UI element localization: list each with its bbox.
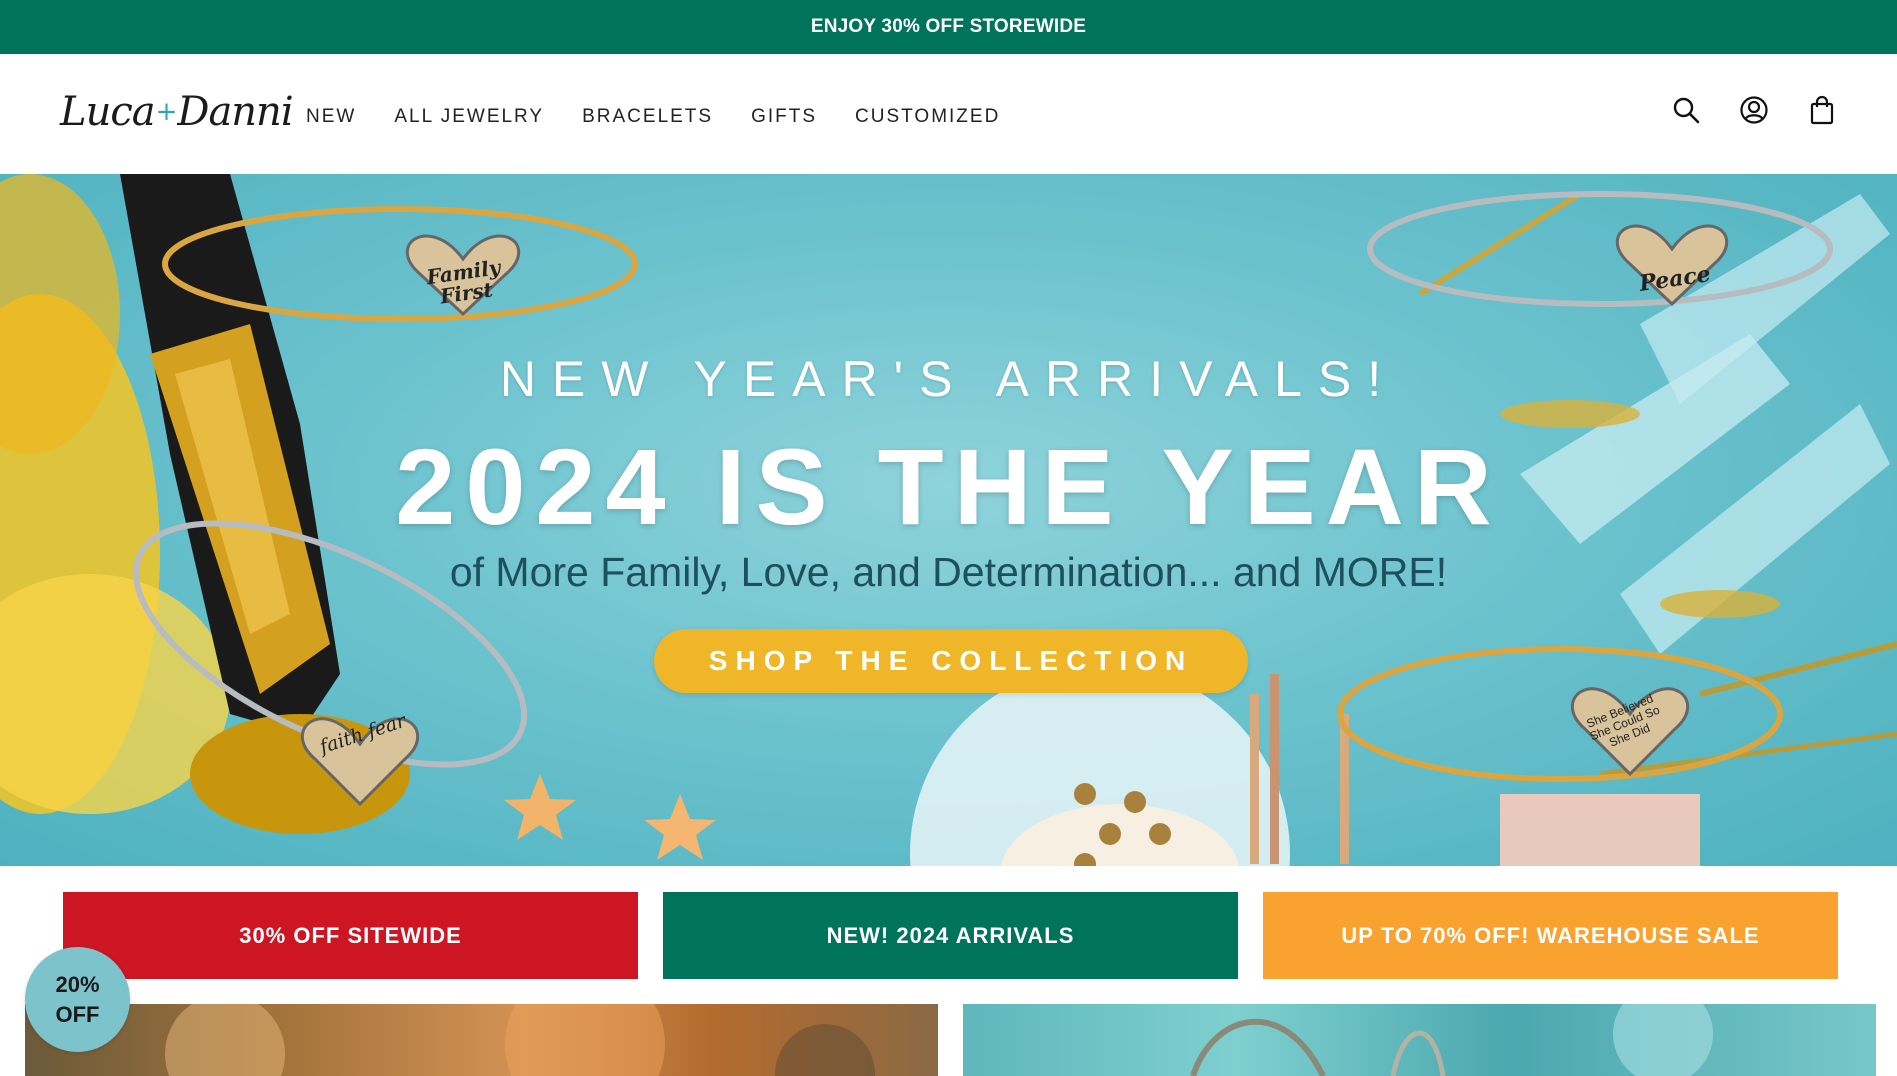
- nav-item-gifts[interactable]: GIFTS: [751, 100, 817, 134]
- nav-item-bracelets[interactable]: BRACELETS: [582, 100, 713, 134]
- header-icons: [1671, 94, 1837, 126]
- tile-image-right: [1190, 1004, 1713, 1076]
- badge-off: OFF: [55, 1001, 100, 1027]
- site-header: Luca + Danni NEW ALL JEWELRY BRACELETS GIF…: [0, 54, 1897, 174]
- nav-item-all-jewelry[interactable]: ALL JEWELRY: [394, 100, 544, 134]
- hero-tagline: of More Family, Love, and Determination.…: [449, 549, 1448, 595]
- shop-collection-button[interactable]: SHOP THE COLLECTION: [654, 629, 1248, 693]
- search-icon[interactable]: [1671, 94, 1701, 126]
- hero-title: 2024 IS THE YEAR: [395, 426, 1502, 547]
- hero-banner[interactable]: Family First Peace faith fear She Believ…: [0, 174, 1897, 866]
- logo-text-right: Danni: [177, 89, 293, 135]
- badge-percent: 20%: [55, 971, 100, 997]
- logo-text-left: Luca: [60, 89, 156, 135]
- tile-image-left: [165, 1004, 875, 1076]
- promo-new-arrivals-button[interactable]: NEW! 2024 ARRIVALS: [663, 892, 1238, 979]
- promo-sitewide-button[interactable]: 30% OFF SITEWIDE: [63, 892, 638, 979]
- announcement-bar[interactable]: ENJOY 30% OFF STOREWIDE: [0, 0, 1897, 54]
- discount-badge[interactable]: 20% OFF: [25, 947, 130, 1052]
- brand-logo[interactable]: Luca + Danni: [60, 82, 294, 142]
- nav-item-customized[interactable]: CUSTOMIZED: [855, 100, 1000, 134]
- promo-warehouse-sale-button[interactable]: UP TO 70% OFF! WAREHOUSE SALE: [1263, 892, 1838, 979]
- nav-item-new[interactable]: NEW: [306, 100, 356, 134]
- hero-subtitle: NEW YEAR'S ARRIVALS!: [499, 351, 1398, 407]
- collection-tile-left[interactable]: [25, 1004, 938, 1076]
- logo-plus: +: [155, 97, 178, 127]
- main-nav: NEW ALL JEWELRY BRACELETS GIFTS CUSTOMIZ…: [306, 100, 1038, 134]
- cart-icon[interactable]: [1807, 94, 1837, 126]
- account-icon[interactable]: [1739, 94, 1769, 126]
- announcement-text: ENJOY 30% OFF STOREWIDE: [810, 16, 1087, 37]
- collection-tile-right[interactable]: [963, 1004, 1876, 1076]
